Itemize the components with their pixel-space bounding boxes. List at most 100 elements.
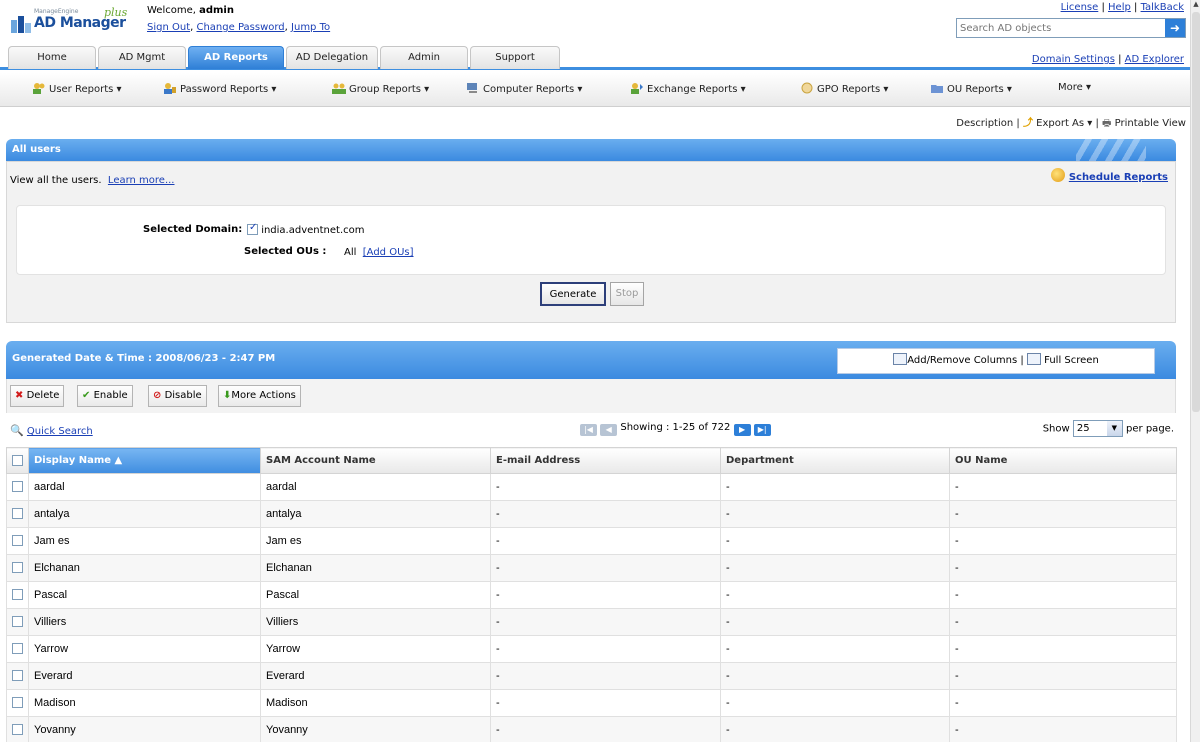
enable-button[interactable]: ✔ Enable: [77, 385, 133, 407]
table-row[interactable]: Yarrow Yarrow - - -: [6, 635, 1177, 663]
disable-button[interactable]: ⊘ Disable: [148, 385, 207, 407]
export-as-menu[interactable]: Export As ▾: [1036, 118, 1092, 129]
sign-out-link[interactable]: Sign Out: [147, 22, 190, 33]
search-input[interactable]: [957, 19, 1165, 37]
col-email-address[interactable]: E-mail Address: [490, 447, 721, 474]
ad-explorer-link[interactable]: AD Explorer: [1125, 54, 1184, 65]
scroll-thumb[interactable]: [1192, 12, 1200, 412]
product-logo[interactable]: ManageEngine AD Manager plus: [8, 6, 143, 36]
row-checkbox[interactable]: [12, 508, 23, 519]
row-checkbox[interactable]: [12, 481, 23, 492]
col-ou-name[interactable]: OU Name: [949, 447, 1177, 474]
quick-search-link[interactable]: Quick Search: [27, 426, 93, 437]
description-link[interactable]: Description: [956, 118, 1013, 129]
next-page-icon[interactable]: ▶: [733, 424, 751, 436]
row-checkbox[interactable]: [12, 670, 23, 681]
menu-gpo-reports[interactable]: GPO Reports ▾: [800, 82, 888, 95]
cell-sam-account-name: Elchanan: [260, 554, 491, 582]
per-page-select[interactable]: 25 ▼: [1072, 420, 1123, 437]
row-checkbox[interactable]: [12, 697, 23, 708]
stop-button[interactable]: Stop: [610, 282, 644, 306]
report-desc-text: View all the users.: [10, 175, 102, 186]
cell-email-address: -: [490, 716, 721, 742]
tab-ad-mgmt[interactable]: AD Mgmt: [98, 46, 186, 69]
row-checkbox-cell: [6, 473, 29, 501]
domain-settings-link[interactable]: Domain Settings: [1032, 54, 1115, 65]
welcome-prefix: Welcome,: [147, 5, 196, 16]
row-checkbox[interactable]: [12, 616, 23, 627]
table-row[interactable]: Pascal Pascal - - -: [6, 581, 1177, 609]
table-body: aardal aardal - - - antalya antalya - - - Jam es Ja…: [6, 473, 1177, 742]
quick-search[interactable]: 🔍 Quick Search: [10, 424, 93, 437]
prev-page-icon[interactable]: ◀: [600, 424, 618, 436]
tab-home[interactable]: Home: [8, 46, 96, 69]
menu-ou-reports[interactable]: OU Reports ▾: [930, 82, 1012, 95]
cell-ou-name: -: [949, 500, 1177, 528]
help-link[interactable]: Help: [1108, 2, 1131, 13]
cell-department: -: [720, 689, 950, 717]
menu-label: OU Reports ▾: [947, 84, 1012, 95]
row-checkbox[interactable]: [12, 535, 23, 546]
table-row[interactable]: Madison Madison - - -: [6, 689, 1177, 717]
generate-button[interactable]: Generate: [540, 282, 606, 306]
talkback-link[interactable]: TalkBack: [1141, 2, 1184, 13]
menu-user-reports[interactable]: User Reports ▾: [32, 82, 122, 95]
exchange-icon: [631, 83, 643, 94]
add-remove-columns-link[interactable]: Add/Remove Columns: [907, 355, 1017, 366]
printable-view-link[interactable]: Printable View: [1115, 118, 1186, 129]
add-ous-link[interactable]: [Add OUs]: [363, 247, 414, 258]
generated-datetime: Generated Date & Time : 2008/06/23 - 2:4…: [12, 353, 276, 364]
change-password-link[interactable]: Change Password: [196, 22, 284, 33]
jump-to-link[interactable]: Jump To: [291, 22, 330, 33]
select-all-checkbox[interactable]: [12, 454, 23, 466]
learn-more-link[interactable]: Learn more...: [108, 175, 175, 186]
users-table: Display Name ▲ SAM Account Name E-mail A…: [6, 447, 1177, 742]
table-row[interactable]: Jam es Jam es - - -: [6, 527, 1177, 555]
gpo-icon: [801, 82, 813, 94]
col-department[interactable]: Department: [720, 447, 950, 474]
check-icon: ✔: [82, 390, 91, 401]
delete-button[interactable]: ✖ Delete: [10, 385, 65, 407]
menu-exchange-reports[interactable]: Exchange Reports ▾: [630, 82, 746, 95]
more-actions-label: More Actions: [231, 390, 296, 401]
tab-ad-reports[interactable]: AD Reports: [188, 46, 284, 69]
domain-checkbox[interactable]: [247, 222, 258, 235]
tab-support[interactable]: Support: [470, 46, 560, 69]
table-row[interactable]: Yovanny Yovanny - - -: [6, 716, 1177, 742]
cell-ou-name: -: [949, 527, 1177, 555]
full-screen-link[interactable]: Full Screen: [1044, 355, 1099, 366]
table-row[interactable]: Elchanan Elchanan - - -: [6, 554, 1177, 582]
menu-more[interactable]: More ▾: [1058, 82, 1091, 93]
col-display-name[interactable]: Display Name ▲: [28, 447, 261, 474]
cell-email-address: -: [490, 527, 721, 555]
tab-ad-delegation[interactable]: AD Delegation: [286, 46, 378, 69]
cell-ou-name: -: [949, 554, 1177, 582]
schedule-reports-link[interactable]: Schedule Reports: [1069, 172, 1168, 183]
row-checkbox-cell: [6, 689, 29, 717]
table-row[interactable]: aardal aardal - - -: [6, 473, 1177, 501]
row-checkbox[interactable]: [12, 562, 23, 573]
table-row[interactable]: antalya antalya - - -: [6, 500, 1177, 528]
vertical-scrollbar[interactable]: ▲: [1190, 0, 1200, 742]
menu-group-reports[interactable]: Group Reports ▾: [332, 82, 429, 95]
schedule-reports[interactable]: Schedule Reports: [1051, 168, 1168, 183]
menu-computer-reports[interactable]: Computer Reports ▾: [466, 82, 582, 95]
last-page-icon[interactable]: ▶|: [753, 424, 771, 436]
cell-sam-account-name: Everard: [260, 662, 491, 690]
row-checkbox[interactable]: [12, 589, 23, 600]
menu-password-reports[interactable]: Password Reports ▾: [163, 82, 276, 95]
per-page-value: 25: [1076, 423, 1090, 434]
row-checkbox[interactable]: [12, 724, 23, 735]
more-actions-button[interactable]: ⬇More Actions: [218, 385, 301, 407]
first-page-icon[interactable]: |◀: [580, 424, 597, 436]
table-row[interactable]: Everard Everard - - -: [6, 662, 1177, 690]
cell-ou-name: -: [949, 662, 1177, 690]
tab-admin[interactable]: Admin: [380, 46, 468, 69]
search-go-button[interactable]: ➜: [1165, 19, 1185, 37]
license-link[interactable]: License: [1061, 2, 1099, 13]
col-sam-account-name[interactable]: SAM Account Name: [260, 447, 491, 474]
cell-department: -: [720, 527, 950, 555]
scroll-up-icon[interactable]: ▲: [1191, 0, 1200, 10]
row-checkbox[interactable]: [12, 643, 23, 654]
table-row[interactable]: Villiers Villiers - - -: [6, 608, 1177, 636]
